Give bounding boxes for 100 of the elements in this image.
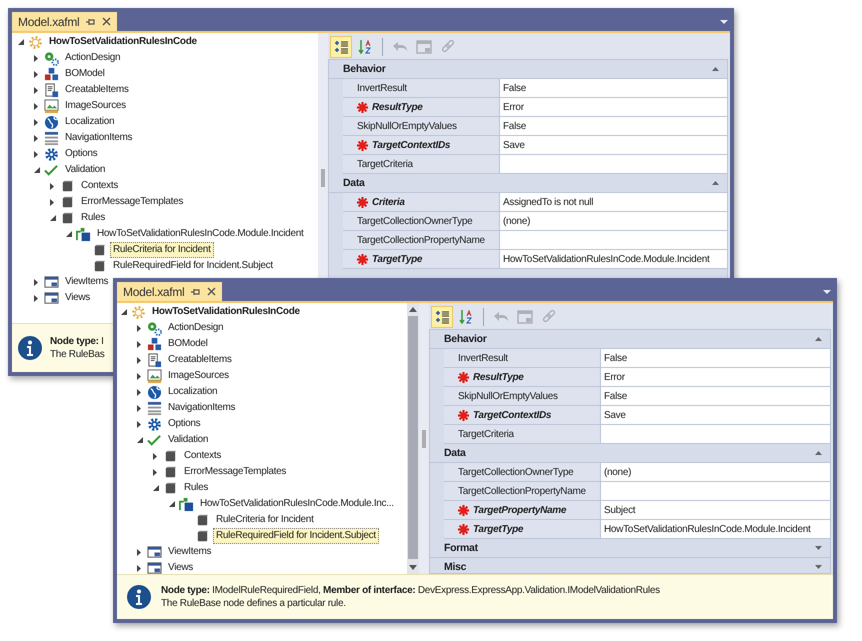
close-icon[interactable] [207, 287, 216, 296]
tree-item[interactable]: BOModel [62, 66, 108, 82]
property-value[interactable]: Error [601, 368, 830, 386]
tree-item[interactable]: RuleRequiredField for Incident.Subject [213, 528, 379, 544]
tree-item[interactable]: Views [62, 290, 93, 306]
expander-icon[interactable] [137, 324, 141, 332]
expander-icon[interactable] [169, 501, 175, 507]
tree-item[interactable]: HowToSetValidationRulesInCode [149, 304, 303, 320]
splitter-grip[interactable] [321, 169, 325, 187]
tree-item[interactable]: Validation [165, 432, 212, 448]
expander-icon[interactable] [121, 309, 127, 315]
scrollbar-thumb[interactable] [408, 316, 418, 559]
tree-item[interactable]: RuleCriteria for Incident [213, 512, 317, 528]
tree-item[interactable]: Options [62, 146, 100, 162]
categorized-button[interactable] [431, 306, 453, 328]
tree-item[interactable]: NavigationItems [165, 400, 238, 416]
expander-icon[interactable] [137, 420, 141, 428]
property-value[interactable]: Error [500, 98, 727, 116]
expander-icon[interactable] [34, 150, 38, 158]
expander-icon[interactable] [34, 70, 38, 78]
property-value[interactable]: (none) [500, 212, 727, 230]
close-icon[interactable] [102, 17, 112, 26]
tree-item[interactable]: Views [165, 560, 196, 574]
tree-item[interactable]: CreatableItems [165, 352, 235, 368]
collapse-arrow-icon[interactable] [712, 181, 719, 185]
property-value[interactable]: Subject [601, 501, 830, 519]
scroll-up-icon[interactable] [409, 307, 417, 312]
collapse-arrow-icon[interactable] [815, 451, 822, 455]
expander-icon[interactable] [34, 294, 38, 302]
document-tab[interactable]: Model.xafml [12, 12, 118, 31]
expander-icon[interactable] [137, 388, 141, 396]
tree-item[interactable]: RuleRequiredField for Incident.Subject [110, 258, 276, 274]
tree-item[interactable]: Rules [78, 210, 108, 226]
property-value[interactable]: False [500, 117, 727, 135]
expander-icon[interactable] [50, 182, 54, 190]
property-value[interactable]: Save [500, 136, 727, 154]
tree-item[interactable]: Contexts [181, 448, 224, 464]
tree-item[interactable]: ActionDesign [62, 50, 124, 66]
tree-item[interactable]: Localization [165, 384, 220, 400]
expander-icon[interactable] [153, 485, 159, 491]
tree-item[interactable]: NavigationItems [62, 130, 136, 146]
collapse-arrow-icon[interactable] [815, 337, 822, 341]
tree-item[interactable]: Rules [181, 480, 212, 496]
property-value[interactable]: (none) [601, 463, 830, 481]
expander-icon[interactable] [66, 231, 72, 237]
property-value[interactable]: False [601, 387, 830, 405]
property-value[interactable]: False [601, 349, 830, 367]
pin-icon[interactable] [86, 18, 96, 26]
tree-item[interactable]: RuleCriteria for Incident [110, 242, 214, 258]
scrollbar[interactable] [407, 303, 419, 574]
property-value[interactable]: HowToSetValidationRulesInCode.Module.Incident [601, 520, 830, 538]
splitter-grip[interactable] [422, 430, 426, 448]
tree-item[interactable]: HowToSetValidationRulesInCode.Module.Inc... [197, 496, 397, 512]
property-value[interactable]: HowToSetValidationRulesInCode.Module.Incident [500, 250, 727, 268]
collapse-arrow-icon[interactable] [815, 546, 822, 550]
expander-icon[interactable] [153, 452, 157, 460]
tree-item[interactable]: HowToSetValidationRulesInCode.Module.Incident [94, 226, 306, 242]
expander-icon[interactable] [153, 468, 157, 476]
dropdown-arrow-icon[interactable] [720, 20, 728, 24]
expander-icon[interactable] [34, 102, 38, 110]
tree-item[interactable]: Contexts [78, 178, 122, 194]
tree-item[interactable]: Options [165, 416, 204, 432]
tree-item[interactable]: ErrorMessageTemplates [78, 194, 186, 210]
tree-item[interactable]: ImageSources [62, 98, 129, 114]
tree-item[interactable]: ImageSources [165, 368, 232, 384]
expander-icon[interactable] [34, 54, 38, 62]
expander-icon[interactable] [34, 167, 40, 173]
expander-icon[interactable] [137, 340, 141, 348]
tree-item[interactable]: ViewItems [165, 544, 214, 560]
expander-icon[interactable] [137, 372, 141, 380]
collapse-arrow-icon[interactable] [815, 565, 822, 569]
categorized-button[interactable] [330, 36, 352, 58]
expander-icon[interactable] [137, 564, 141, 572]
tree-item[interactable]: ViewItems [62, 274, 112, 290]
property-value[interactable]: Save [601, 406, 830, 424]
expander-icon[interactable] [34, 86, 38, 94]
tree-item[interactable]: Validation [62, 162, 108, 178]
expander-icon[interactable] [50, 198, 54, 206]
tree-item[interactable]: HowToSetValidationRulesInCode [46, 34, 200, 50]
property-value[interactable]: False [500, 79, 727, 97]
tree-item[interactable]: BOModel [165, 336, 211, 352]
tree-item[interactable]: Localization [62, 114, 118, 130]
document-tab[interactable]: Model.xafml [117, 282, 222, 301]
tree-item[interactable]: CreatableItems [62, 82, 132, 98]
tree-item[interactable]: ErrorMessageTemplates [181, 464, 290, 480]
expander-icon[interactable] [18, 39, 24, 45]
tree-item[interactable]: ActionDesign [165, 320, 226, 336]
dropdown-arrow-icon[interactable] [823, 290, 831, 294]
property-value[interactable]: AssignedTo is not null [500, 193, 727, 211]
expander-icon[interactable] [137, 356, 141, 364]
expander-icon[interactable] [34, 134, 38, 142]
expander-icon[interactable] [50, 215, 56, 221]
scroll-down-icon[interactable] [409, 565, 417, 570]
expander-icon[interactable] [34, 118, 38, 126]
collapse-arrow-icon[interactable] [712, 67, 719, 71]
expander-icon[interactable] [137, 404, 141, 412]
expander-icon[interactable] [34, 278, 38, 286]
pin-icon[interactable] [191, 288, 200, 296]
expander-icon[interactable] [137, 548, 141, 556]
expander-icon[interactable] [137, 437, 143, 443]
